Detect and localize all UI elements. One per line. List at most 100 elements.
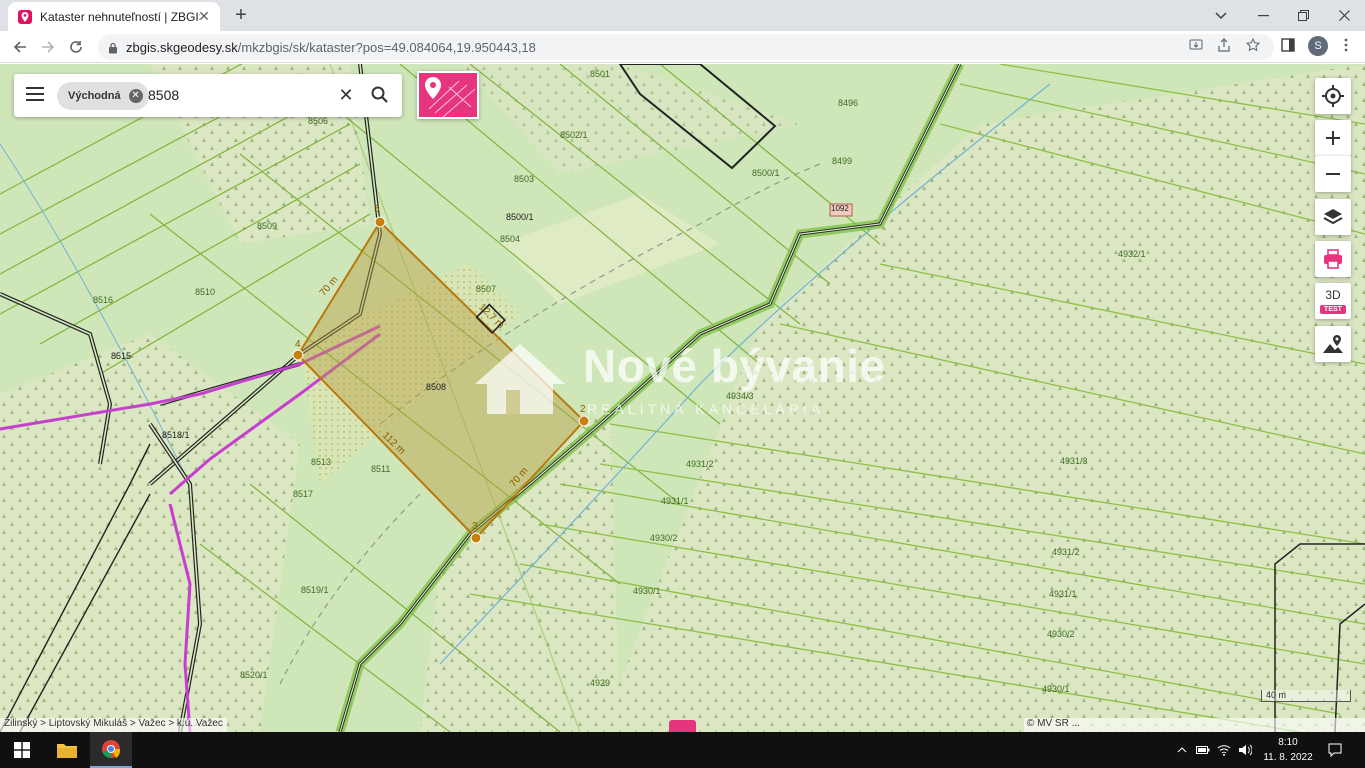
vertex-label: 3	[472, 521, 478, 532]
parcel-label: 8518/1	[162, 430, 190, 440]
hamburger-menu-icon[interactable]	[26, 87, 44, 103]
printer-icon	[1324, 249, 1342, 269]
parcel-label: 4929	[590, 678, 611, 688]
browser-tab[interactable]: Kataster nehnuteľností | ZBGIS ✕	[8, 2, 220, 31]
parcel-label: 4931/2	[686, 459, 714, 469]
test-badge: TEST	[1320, 305, 1346, 314]
url-text: zbgis.skgeodesy.sk/mkzbgis/sk/kataster?p…	[126, 39, 536, 55]
parcel-label: 8520/1	[240, 670, 268, 680]
vertex-label: 4	[295, 339, 301, 350]
parcel-label: 4930/1	[1042, 684, 1070, 694]
volume-icon[interactable]	[1237, 742, 1253, 758]
bottom-panel-toggle[interactable]	[669, 720, 696, 732]
watermark-title: Nové bývanie	[583, 340, 886, 392]
parcel-label: 8506	[308, 116, 329, 126]
close-window-icon[interactable]	[1323, 0, 1365, 31]
map-gallery-button[interactable]	[1315, 326, 1351, 362]
chrome-taskbar-icon[interactable]	[90, 732, 132, 768]
search-panel: Východná ✕ 8508 ✕	[14, 74, 402, 117]
parcel-label: 4931/1	[1049, 589, 1077, 599]
tab-strip: Kataster nehnuteľností | ZBGIS ✕ +	[0, 0, 1365, 31]
3d-view-button[interactable]: 3D TEST	[1315, 283, 1351, 319]
scale-bar: 40 m	[1261, 690, 1351, 702]
search-icon[interactable]	[370, 85, 390, 105]
location-filter-chip[interactable]: Východná ✕	[57, 82, 149, 110]
chip-label: Východná	[68, 90, 121, 102]
chip-remove-icon[interactable]: ✕	[128, 89, 143, 103]
windows-taskbar: 8:10 11. 8. 2022	[0, 732, 1365, 768]
clock-time: 8:10	[1278, 737, 1298, 748]
parcel-label: 8507	[476, 284, 497, 294]
minus-icon	[1326, 173, 1340, 175]
browser-toolbar: zbgis.skgeodesy.sk/mkzbgis/sk/kataster?p…	[0, 31, 1365, 63]
parcel-label: 8516	[93, 295, 114, 305]
parcel-label: 8509	[257, 221, 278, 231]
restore-icon[interactable]	[1282, 0, 1324, 31]
parcel-label: 8502/1	[560, 130, 588, 140]
search-input[interactable]: 8508	[148, 87, 179, 103]
parcel-label: 4931/2	[1052, 547, 1080, 557]
reload-icon[interactable]	[64, 35, 88, 59]
bookmark-star-icon[interactable]	[1243, 35, 1263, 55]
clear-search-icon[interactable]: ✕	[336, 85, 356, 105]
parcel-label: 8513	[311, 457, 332, 467]
battery-icon[interactable]	[1195, 742, 1211, 758]
parcel-label: 4930/2	[650, 533, 678, 543]
address-bar[interactable]: zbgis.skgeodesy.sk/mkzbgis/sk/kataster?p…	[98, 34, 1274, 60]
system-clock[interactable]: 8:10 11. 8. 2022	[1258, 735, 1318, 765]
attribution[interactable]: © MV SR ...	[1024, 718, 1365, 732]
chevron-up-icon[interactable]	[1174, 742, 1190, 758]
profile-avatar[interactable]: S	[1308, 36, 1328, 56]
parcel-label: 8500/1	[752, 168, 780, 178]
minimize-icon[interactable]	[1242, 0, 1284, 31]
clock-date: 11. 8. 2022	[1263, 752, 1313, 763]
parcel-label: 8511	[371, 464, 391, 474]
parcel-label: 8510	[195, 287, 216, 297]
windows-start-icon[interactable]	[0, 732, 44, 768]
zoom-out-button[interactable]	[1315, 156, 1351, 192]
tab-title: Kataster nehnuteľností | ZBGIS	[40, 9, 200, 24]
wifi-icon[interactable]	[1216, 742, 1232, 758]
menu-dots-icon[interactable]	[1336, 35, 1356, 55]
layers-button[interactable]	[1315, 199, 1351, 235]
file-explorer-icon[interactable]	[46, 732, 88, 768]
parcel-label: 8503	[514, 174, 535, 184]
layers-icon	[1323, 209, 1343, 225]
parcel-label: 8500/1	[506, 212, 534, 222]
building-label: 1092	[831, 204, 849, 213]
parcel-label: 4930/1	[633, 586, 661, 596]
parcel-label: 8504	[500, 234, 521, 244]
cadastre-map-icon	[425, 77, 476, 118]
plus-icon	[1326, 131, 1340, 145]
lock-icon[interactable]	[108, 41, 118, 54]
3d-label: 3D	[1325, 288, 1341, 302]
my-location-button[interactable]	[1315, 78, 1351, 114]
notifications-icon[interactable]	[1327, 742, 1343, 758]
parcel-label: 8501	[590, 69, 611, 79]
cadastre-layer-button[interactable]	[417, 71, 479, 119]
forward-icon[interactable]	[36, 35, 60, 59]
new-tab-icon[interactable]: +	[230, 4, 252, 26]
share-icon[interactable]	[1214, 35, 1234, 55]
install-app-icon[interactable]	[1186, 35, 1206, 55]
back-icon[interactable]	[8, 35, 32, 59]
parcel-label: 4932/1	[1118, 249, 1146, 259]
parcel-label: 8519/1	[301, 585, 329, 595]
parcel-label: 8515	[111, 351, 132, 361]
parcel-label: 8496	[838, 98, 859, 108]
selected-parcel-label: 8508	[426, 382, 447, 392]
parcel-label: 8499	[832, 156, 853, 166]
print-button[interactable]	[1315, 241, 1351, 277]
location-breadcrumb[interactable]: Žilinský > Liptovský Mikuláš > Važec > k…	[0, 718, 227, 732]
crosshair-icon	[1322, 85, 1344, 107]
tab-search-icon[interactable]	[1200, 0, 1242, 31]
close-tab-icon[interactable]: ✕	[196, 8, 212, 24]
parcel-label: 4931/3	[1060, 456, 1088, 466]
parcel-label: 4930/2	[1047, 629, 1075, 639]
map-pin-icon	[18, 9, 32, 24]
vertex-label: 5	[374, 204, 380, 215]
side-panel-icon[interactable]	[1278, 35, 1298, 55]
watermark: Nové bývanie REALITNÁ KANCELÁRIA	[475, 339, 905, 429]
map-canvas[interactable]: 8501 8496 8502/1 8499 8500/1 8506 8503 8…	[0, 64, 1365, 732]
zoom-in-button[interactable]	[1315, 120, 1351, 156]
